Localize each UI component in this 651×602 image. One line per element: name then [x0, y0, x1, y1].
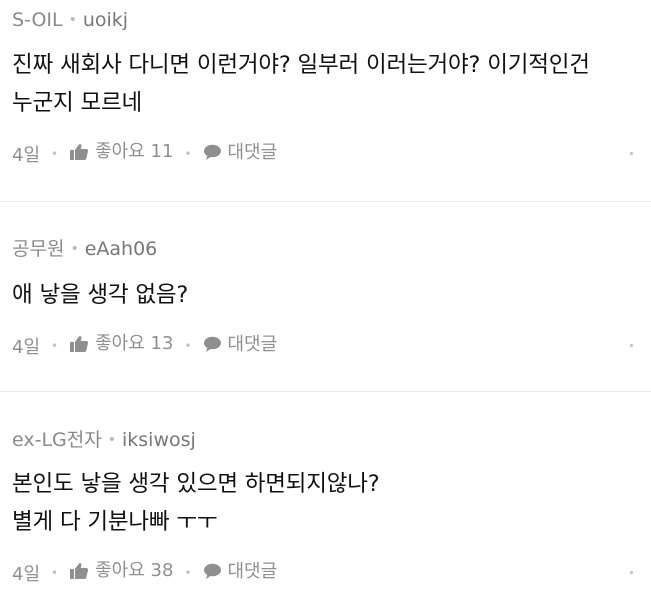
thumbs-up-icon — [70, 144, 89, 160]
author-company[interactable]: ex-LG전자 — [12, 429, 102, 451]
comment-actions: 4일 • 좋아요 11 • 대댓글 — [12, 140, 637, 168]
comment-item: S-OIL • uoikj 진짜 새회사 다니면 이런거야? 일부러 이러는거야? … — [0, 8, 651, 168]
speech-bubble-icon — [203, 144, 221, 160]
comment-divider — [0, 201, 651, 202]
thumbs-up-icon — [70, 336, 89, 352]
author-nickname[interactable]: iksiwosj — [122, 429, 196, 451]
comment-meta: ex-LG전자 • iksiwosj — [12, 428, 637, 452]
like-button[interactable]: 좋아요 13 — [69, 332, 173, 356]
like-count: 11 — [150, 141, 174, 162]
comment-date: 4일 — [12, 564, 41, 585]
comment-line: 본인도 낳을 생각 있으면 하면되지않나? — [12, 471, 380, 497]
reply-button[interactable]: 대댓글 — [203, 333, 278, 357]
separator-dot: • — [184, 147, 192, 161]
more-dot-icon[interactable] — [630, 344, 633, 347]
separator-dot: • — [184, 339, 192, 353]
comment-meta: 공무원 • eAah06 — [12, 237, 637, 261]
more-dot-icon[interactable] — [630, 152, 633, 155]
separator-dot: • — [51, 566, 59, 580]
separator-dot: • — [68, 12, 77, 28]
like-count: 38 — [150, 560, 174, 581]
like-label: 좋아요 — [95, 141, 145, 162]
comment-actions: 4일 • 좋아요 38 • 대댓글 — [12, 559, 637, 587]
comment-divider — [0, 391, 651, 392]
comment-line: 별게 다 기분나빠 ㅜㅜ — [12, 509, 218, 535]
reply-button[interactable]: 대댓글 — [203, 141, 278, 165]
author-nickname[interactable]: uoikj — [83, 9, 128, 31]
author-company[interactable]: 공무원 — [12, 238, 64, 260]
comment-body: 애 낳을 생각 없음? — [12, 276, 637, 314]
author-nickname[interactable]: eAah06 — [85, 238, 158, 260]
reply-label: 대댓글 — [227, 560, 278, 582]
like-button[interactable]: 좋아요 11 — [69, 140, 173, 164]
comment-line: 누군지 모르네 — [12, 90, 142, 116]
comment-line: 진짜 새회사 다니면 이런거야? 일부러 이러는거야? 이기적인건 — [12, 52, 590, 78]
reply-label: 대댓글 — [227, 333, 278, 355]
comment-list: S-OIL • uoikj 진짜 새회사 다니면 이런거야? 일부러 이러는거야? … — [0, 0, 651, 602]
like-label: 좋아요 — [95, 333, 145, 354]
comment-item: ex-LG전자 • iksiwosj 본인도 낳을 생각 있으면 하면되지않나? 별… — [0, 428, 651, 587]
like-count: 13 — [150, 333, 174, 354]
reply-button[interactable]: 대댓글 — [203, 560, 278, 584]
author-company[interactable]: S-OIL — [12, 9, 63, 31]
comment-meta: S-OIL • uoikj — [12, 8, 637, 32]
comment-item: 공무원 • eAah06 애 낳을 생각 없음? 4일 • 좋아요 13 • 대댓글 — [0, 237, 651, 360]
separator-dot: • — [51, 147, 59, 161]
like-button[interactable]: 좋아요 38 — [69, 559, 173, 583]
speech-bubble-icon — [203, 563, 221, 579]
separator-dot: • — [107, 432, 116, 448]
reply-label: 대댓글 — [227, 141, 278, 163]
like-label: 좋아요 — [95, 560, 145, 581]
comment-body: 본인도 낳을 생각 있으면 하면되지않나? 별게 다 기분나빠 ㅜㅜ — [12, 465, 637, 541]
separator-dot: • — [70, 241, 79, 257]
comment-date: 4일 — [12, 337, 41, 358]
more-dot-icon[interactable] — [630, 571, 633, 574]
comment-line: 애 낳을 생각 없음? — [12, 282, 189, 308]
thumbs-up-icon — [70, 563, 89, 579]
separator-dot: • — [184, 566, 192, 580]
comment-date: 4일 — [12, 145, 41, 166]
comment-actions: 4일 • 좋아요 13 • 대댓글 — [12, 332, 637, 360]
comment-body: 진짜 새회사 다니면 이런거야? 일부러 이러는거야? 이기적인건 누군지 모르… — [12, 46, 637, 122]
separator-dot: • — [51, 339, 59, 353]
speech-bubble-icon — [203, 336, 221, 352]
